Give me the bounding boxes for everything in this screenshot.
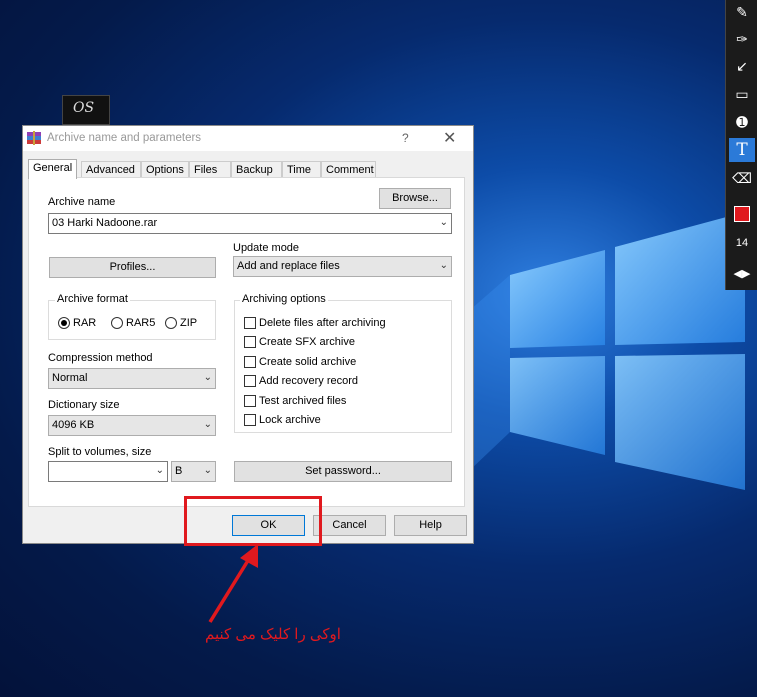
dialog-title: Archive name and parameters [47,132,202,144]
close-icon[interactable]: ✕ [443,128,456,148]
eraser-icon[interactable]: ⌫ [729,166,755,190]
chevron-down-icon: ⌄ [439,260,448,271]
pencil-icon[interactable]: ✎ [729,0,755,24]
update-mode-label: Update mode [233,242,300,254]
radio-rar5[interactable] [111,317,123,329]
archive-name-input[interactable]: 03 Harki Nadoone.rar ⌄ [48,213,452,234]
tab-backup[interactable]: Backup [231,161,282,178]
radio-rar-label: RAR [73,317,97,329]
option-label: Lock archive [259,414,321,426]
split-unit-select[interactable]: B ⌄ [171,461,216,482]
archive-name-label: Archive name [48,196,116,208]
radio-zip[interactable] [165,317,177,329]
dictionary-size-select[interactable]: 4096 KB ⌄ [48,415,216,436]
help-title-button[interactable]: ? [402,131,409,145]
desktop-icon-label: OS [73,100,95,116]
update-mode-select[interactable]: Add and replace files ⌄ [233,256,452,277]
radio-rar[interactable] [58,317,70,329]
annotation-text: اوکی را کلیک می کنیم [205,626,341,643]
option-label: Test archived files [259,395,347,407]
winrar-icon [27,131,41,145]
archiving-options-label: Archiving options [240,293,328,305]
help-button[interactable]: Help [394,515,467,536]
set-password-button[interactable]: Set password... [234,461,452,482]
archive-name-value: 03 Harki Nadoone.rar [52,217,158,229]
tab-files[interactable]: Files [189,161,231,178]
rectangle-icon[interactable]: ▭ [729,82,755,106]
browse-button[interactable]: Browse... [379,188,451,209]
chevron-down-icon: ⌄ [203,372,212,383]
dictionary-size-value: 4096 KB [52,419,95,431]
checkbox-solid-archive[interactable] [244,356,256,368]
compression-method-select[interactable]: Normal ⌄ [48,368,216,389]
checkbox-lock-archive[interactable] [244,414,256,426]
annotation-arrow [208,544,258,623]
option-label: Create SFX archive [259,336,355,348]
tab-advanced[interactable]: Advanced [81,161,141,178]
checkbox-recovery-record[interactable] [244,375,256,387]
compression-method-value: Normal [52,372,88,384]
expand-icon[interactable]: ◀▶ [729,262,755,286]
chevron-down-icon: ⌄ [203,465,212,476]
radio-zip-label: ZIP [180,317,198,329]
chevron-down-icon: ⌄ [203,419,212,430]
windows-logo-glow [470,212,745,490]
radio-rar5-label: RAR5 [126,317,156,329]
archive-dialog: Archive name and parameters ? ✕ General … [22,125,474,544]
archive-format-label: Archive format [55,293,130,305]
desktop-icon[interactable]: OS [62,95,110,125]
size-value[interactable]: 14 [729,231,755,255]
option-label: Create solid archive [259,356,357,368]
checkbox-delete-files[interactable] [244,317,256,329]
arrow-icon[interactable]: ↙ [729,54,755,78]
checkbox-create-sfx[interactable] [244,336,256,348]
option-label: Add recovery record [259,375,359,387]
title-bar[interactable]: Archive name and parameters ? ✕ [23,126,473,151]
compression-method-label: Compression method [48,352,153,364]
color-swatch[interactable] [734,206,750,222]
profiles-button[interactable]: Profiles... [49,257,216,278]
annotation-highlight-box [184,496,322,546]
numbering-icon[interactable]: ➊ [729,110,755,134]
checkbox-test-files[interactable] [244,395,256,407]
annotation-toolbar: ✎ ✑ ↙ ▭ ➊ T ⌫ 14 ◀▶ [725,0,757,290]
tab-comment[interactable]: Comment [321,161,376,178]
split-volumes-input[interactable]: ⌄ [48,461,168,482]
tab-general[interactable]: General [28,159,77,179]
dictionary-size-label: Dictionary size [48,399,120,411]
highlighter-icon[interactable]: ✑ [729,27,755,51]
chevron-down-icon: ⌄ [155,465,164,476]
cancel-button[interactable]: Cancel [313,515,386,536]
split-unit-value: B [175,465,183,477]
general-panel: Archive name Browse... 03 Harki Nadoone.… [28,177,465,507]
update-mode-value: Add and replace files [237,260,340,272]
option-label: Delete files after archiving [259,317,386,329]
text-icon[interactable]: T [729,138,755,162]
tab-time[interactable]: Time [282,161,321,178]
tab-options[interactable]: Options [141,161,189,178]
split-volumes-label: Split to volumes, size [48,446,152,458]
chevron-down-icon[interactable]: ⌄ [440,214,448,232]
